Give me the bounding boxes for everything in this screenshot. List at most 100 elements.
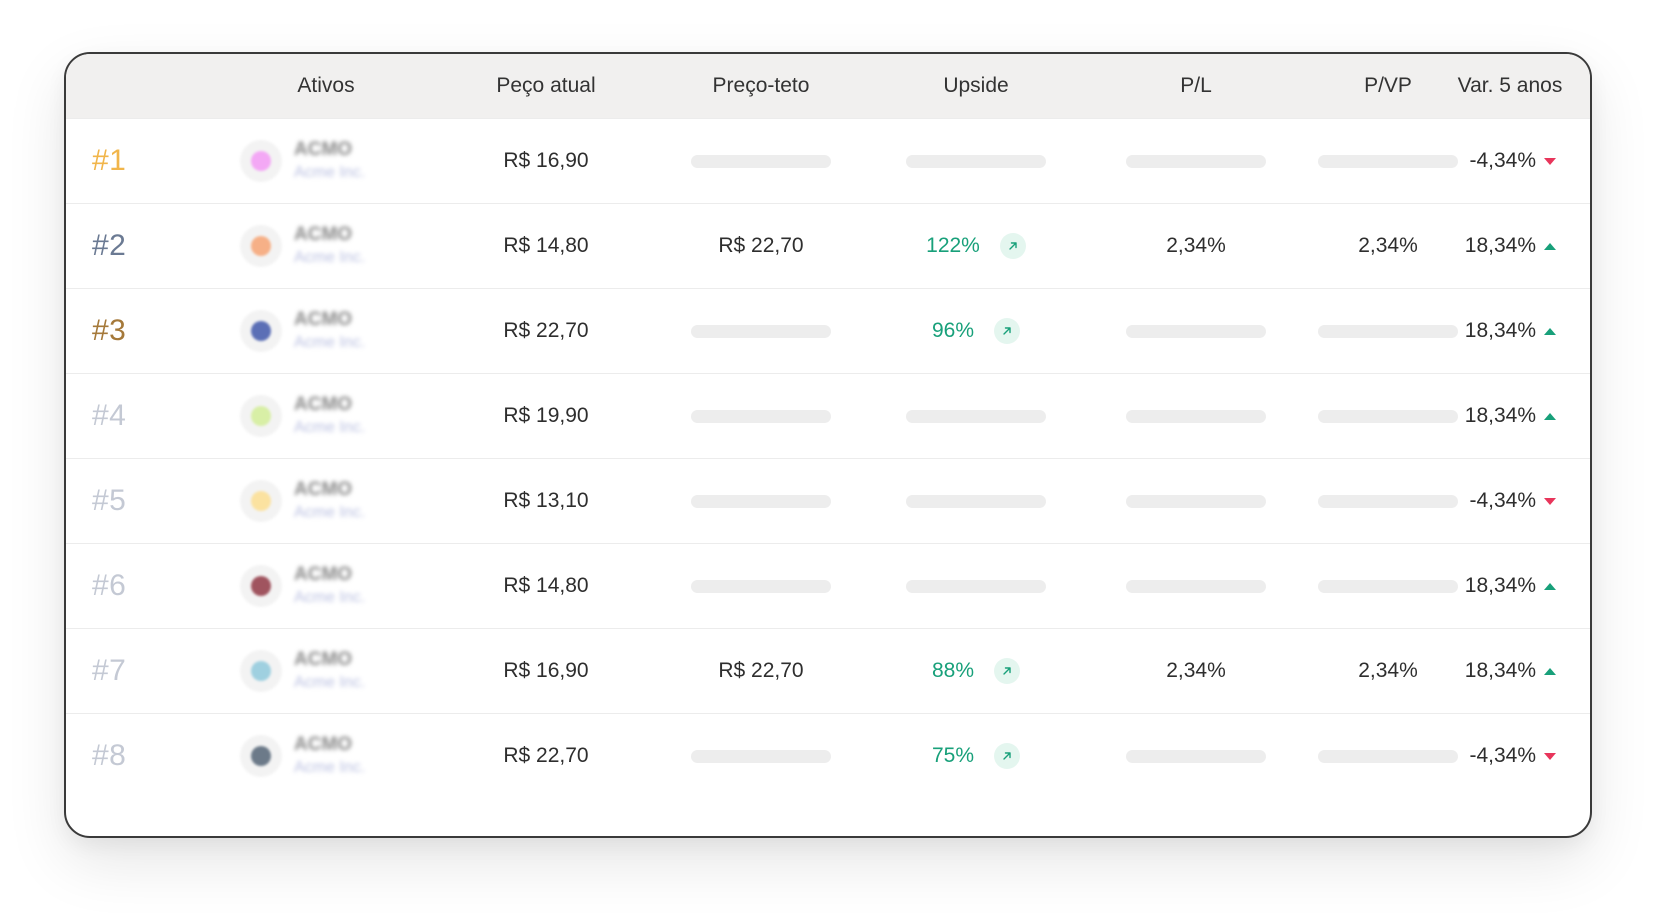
variation-value: -4,34% — [1469, 489, 1536, 512]
asset-company: Acme Inc. — [294, 759, 366, 776]
asset-cell[interactable]: ACMO Acme Inc. — [176, 374, 476, 458]
table-header: Ativos Peço atual Preço-teto Upside P/L … — [66, 54, 1590, 118]
asset-logo-icon — [240, 650, 282, 692]
placeholder-bar — [1126, 409, 1266, 423]
variation: -4,34% — [1469, 489, 1556, 513]
asset-text: ACMO Acme Inc. — [294, 733, 365, 779]
ceiling-price-cell: R$ 22,70 — [651, 629, 871, 713]
variation: 18,34% — [1465, 404, 1556, 428]
table-row-4[interactable]: #4 ACMO Acme Inc. R$ 19,90 18,34% — [66, 373, 1590, 458]
asset: ACMO Acme Inc. — [240, 478, 365, 524]
rank-label: #1 — [92, 144, 127, 177]
rank-label: #7 — [92, 654, 127, 687]
col-header-preco-teto[interactable]: Preço-teto — [651, 54, 871, 118]
asset-logo-dot — [251, 406, 271, 426]
col-header-preco-atual[interactable]: Peço atual — [436, 54, 656, 118]
asset-ticker: ACMO — [294, 734, 353, 755]
asset: ACMO Acme Inc. — [240, 308, 365, 354]
asset-ticker: ACMO — [294, 394, 353, 415]
current-price: R$ 22,70 — [503, 744, 589, 767]
upside-value: 122% — [926, 234, 980, 257]
asset-cell[interactable]: ACMO Acme Inc. — [176, 204, 476, 288]
upside-cell: 88% — [866, 629, 1086, 713]
placeholder-bar — [906, 154, 1046, 168]
var-5-anos-cell: -4,34% — [1446, 714, 1590, 798]
asset-company: Acme Inc. — [294, 419, 366, 436]
price-cell: R$ 19,90 — [436, 374, 656, 458]
asset-cell[interactable]: ACMO Acme Inc. — [176, 714, 476, 798]
asset-logo-dot — [251, 151, 271, 171]
variation-value: 18,34% — [1464, 234, 1536, 257]
placeholder-bar — [1126, 324, 1266, 338]
var-5-anos-cell: -4,34% — [1446, 119, 1590, 203]
variation-value: -4,34% — [1469, 149, 1536, 172]
asset-logo-icon — [240, 480, 282, 522]
asset-logo-icon — [240, 395, 282, 437]
placeholder-bar — [1318, 324, 1458, 338]
asset-cell[interactable]: ACMO Acme Inc. — [176, 544, 476, 628]
ceiling-price: R$ 22,70 — [718, 234, 804, 257]
upside: 88% — [932, 658, 1021, 684]
col-header-preco-atual-label: Peço atual — [496, 74, 596, 97]
asset: ACMO Acme Inc. — [240, 733, 365, 779]
table-row-3[interactable]: #3 ACMO Acme Inc. R$ 22,70 96% 18,34% — [66, 288, 1590, 373]
ceiling-price-cell — [651, 544, 871, 628]
variation-value: 18,34% — [1464, 319, 1536, 342]
placeholder-bar — [1126, 494, 1266, 508]
placeholder-bar — [691, 579, 831, 593]
asset-company: Acme Inc. — [294, 589, 366, 606]
placeholder-bar — [1126, 154, 1266, 168]
current-price: R$ 19,90 — [503, 404, 589, 427]
pl-cell — [1086, 289, 1306, 373]
variation-value: 18,34% — [1464, 659, 1536, 682]
asset-cell[interactable]: ACMO Acme Inc. — [176, 629, 476, 713]
rank-label: #3 — [92, 314, 127, 347]
table-row-1[interactable]: #1 ACMO Acme Inc. R$ 16,90 -4,34% — [66, 118, 1590, 203]
asset-cell[interactable]: ACMO Acme Inc. — [176, 459, 476, 543]
asset-logo-dot — [251, 491, 271, 511]
table-row-2[interactable]: #2 ACMO Acme Inc. R$ 14,80 R$ 22,70 122%… — [66, 203, 1590, 288]
asset: ACMO Acme Inc. — [240, 648, 365, 694]
placeholder-bar — [1126, 749, 1266, 763]
var-5-anos-cell: 18,34% — [1446, 629, 1590, 713]
col-header-pl[interactable]: P/L — [1086, 54, 1306, 118]
asset-logo-icon — [240, 225, 282, 267]
placeholder-bar — [691, 409, 831, 423]
table-row-8[interactable]: #8 ACMO Acme Inc. R$ 22,70 75% -4,34% — [66, 713, 1590, 798]
price-cell: R$ 16,90 — [436, 629, 656, 713]
upside-cell — [866, 544, 1086, 628]
triangle-up-icon — [1544, 412, 1556, 420]
asset-cell[interactable]: ACMO Acme Inc. — [176, 119, 476, 203]
asset-company: Acme Inc. — [294, 674, 366, 691]
rank-label: #2 — [92, 229, 127, 262]
var-5-anos-cell: 18,34% — [1446, 374, 1590, 458]
asset-text: ACMO Acme Inc. — [294, 648, 365, 694]
upside-cell: 75% — [866, 714, 1086, 798]
placeholder-bar — [1318, 409, 1458, 423]
asset-cell[interactable]: ACMO Acme Inc. — [176, 289, 476, 373]
upside-cell — [866, 374, 1086, 458]
asset-logo-dot — [251, 576, 271, 596]
asset-logo-icon — [240, 310, 282, 352]
asset-company: Acme Inc. — [294, 504, 366, 521]
asset-logo-dot — [251, 661, 271, 681]
asset-company: Acme Inc. — [294, 164, 366, 181]
rank-cell: #7 — [66, 629, 176, 713]
rank-cell: #8 — [66, 714, 176, 798]
upside-cell — [866, 459, 1086, 543]
rank-label: #6 — [92, 569, 127, 602]
triangle-up-icon — [1544, 327, 1556, 335]
placeholder-bar — [906, 579, 1046, 593]
col-header-upside[interactable]: Upside — [866, 54, 1086, 118]
table-row-7[interactable]: #7 ACMO Acme Inc. R$ 16,90 R$ 22,70 88% … — [66, 628, 1590, 713]
page: Ativos Peço atual Preço-teto Upside P/L … — [0, 0, 1654, 913]
asset-ticker: ACMO — [294, 649, 353, 670]
table-row-5[interactable]: #5 ACMO Acme Inc. R$ 13,10 -4,34% — [66, 458, 1590, 543]
col-header-var-5-anos[interactable]: Var. 5 anos — [1426, 54, 1590, 118]
col-header-ativos[interactable]: Ativos — [176, 54, 476, 118]
table-row-6[interactable]: #6 ACMO Acme Inc. R$ 14,80 18,34% — [66, 543, 1590, 628]
asset-ticker: ACMO — [294, 479, 353, 500]
asset-logo-icon — [240, 140, 282, 182]
variation-value: 18,34% — [1464, 404, 1536, 427]
pvp-value: 2,34% — [1358, 234, 1418, 257]
